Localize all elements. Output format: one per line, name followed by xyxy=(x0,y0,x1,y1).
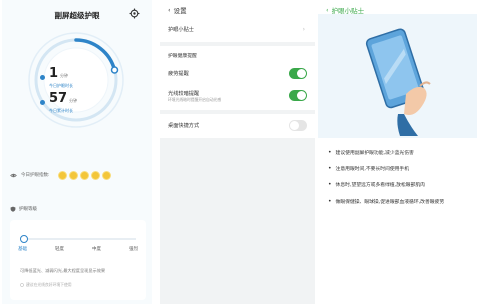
low-light-reminder-toggle[interactable] xyxy=(289,90,307,101)
usage-ring xyxy=(26,30,126,130)
fatigue-reminder-toggle[interactable] xyxy=(289,67,307,79)
level-description: 可降低蓝光、减弱闪光,最大程度呈现显示效果 xyxy=(20,268,106,273)
level-medium[interactable]: 中度 xyxy=(92,246,101,252)
back-nav[interactable]: ‹ 设置 xyxy=(168,5,187,15)
level-strong[interactable]: 强烈 xyxy=(129,246,138,252)
empty-area xyxy=(160,138,315,304)
eye-index-row: 今日护眼指数: xyxy=(10,169,148,181)
fatigue-reminder-label: 疲劳提醒 xyxy=(168,70,189,77)
info-icon xyxy=(20,283,24,287)
phone-illustration xyxy=(318,14,477,138)
low-light-reminder-label: 光线较暗提醒 xyxy=(168,90,200,97)
today-eye-time: 1 分钟 xyxy=(49,66,69,81)
level-note-text: 建议在光线良好环境下使用 xyxy=(26,282,72,287)
shortcut-label: 桌面快捷方式 xyxy=(168,122,200,129)
mode-header: 护眼等级 xyxy=(10,206,37,212)
gear-icon[interactable] xyxy=(129,8,140,19)
level-options: 基础 轻度 中度 强烈 xyxy=(18,246,138,252)
shield-icon xyxy=(10,206,16,212)
today-total-time-label: 今日累计时长 xyxy=(49,108,73,113)
back-arrow-icon[interactable]: ‹ xyxy=(326,6,329,14)
level-light[interactable]: 轻度 xyxy=(55,246,64,252)
settings-panel: ‹ 设置 护眼小贴士 › 护眼健康提醒 疲劳提醒 光线较暗提醒 环境光线暗时提醒… xyxy=(160,0,315,304)
section-title: 护眼健康提醒 xyxy=(168,54,197,59)
stat-dot xyxy=(40,100,45,105)
star-coin-icon xyxy=(79,170,89,180)
eye-index-label: 今日护眼指数: xyxy=(21,173,50,178)
tips-list: 建议使用副屏护眼功能,减少蓝光伤害 注意用眼时间,不要长时间使用手机 休息时,望… xyxy=(328,150,471,215)
shortcut-row: 桌面快捷方式 xyxy=(160,116,315,134)
today-eye-time-label: 今日护眼时长 xyxy=(49,83,73,88)
star-coin-icon xyxy=(90,170,100,180)
low-light-reminder-sub: 环境光线暗时提醒开启自动光感 xyxy=(168,96,222,102)
divider xyxy=(160,110,315,114)
level-card: 基础 轻度 中度 强烈 可降低蓝光、减弱闪光,最大程度呈现显示效果 建议在光线良… xyxy=(10,220,146,300)
tip-item: 做眼保健操、眼球操,促进眼部血液循环,改善眼疲劳 xyxy=(328,199,471,206)
usage-ring-graphic xyxy=(28,32,124,128)
level-note: 建议在光线良好环境下使用 xyxy=(20,282,72,288)
star-coin-icon xyxy=(101,170,111,180)
tips-entry-label: 护眼小贴士 xyxy=(168,26,194,33)
today-total-time: 57 分钟 xyxy=(49,91,78,106)
eye-icon xyxy=(10,173,17,177)
stat-dot xyxy=(40,75,45,80)
chevron-right-icon: › xyxy=(302,25,305,33)
eye-protection-panel: 副屏超级护眼 1分钟 今日护眼时长 57分钟 今日累计时长 今日护眼指数: xyxy=(2,0,152,304)
back-arrow-icon[interactable]: ‹ xyxy=(168,6,171,14)
shortcut-toggle[interactable] xyxy=(289,119,307,131)
tip-item: 休息时,望望远方或多看绿植,放松眼部肌肉 xyxy=(328,182,471,189)
tips-entry-row[interactable]: 护眼小贴士 › xyxy=(160,20,315,38)
tip-item: 建议使用副屏护眼功能,减少蓝光伤害 xyxy=(328,150,471,157)
nav-title: 设置 xyxy=(173,7,187,15)
tips-panel: ‹ 护眼小贴士 建议使用副屏护眼功能,减少蓝光伤害 注意用眼时间,不要长时间使用… xyxy=(318,0,477,304)
divider xyxy=(160,42,315,46)
level-track[interactable] xyxy=(20,238,136,240)
low-light-reminder-row: 光线较暗提醒 环境光线暗时提醒开启自动光感 xyxy=(160,86,315,106)
star-coin-icon xyxy=(57,170,67,180)
level-slider-handle[interactable] xyxy=(20,235,28,243)
level-basic[interactable]: 基础 xyxy=(18,246,27,252)
mode-title: 护眼等级 xyxy=(19,207,37,212)
phone-in-hand-image xyxy=(318,14,477,138)
fatigue-reminder-row: 疲劳提醒 xyxy=(160,64,315,82)
star-coin-icon xyxy=(68,170,78,180)
tip-item: 注意用眼时间,不要长时间使用手机 xyxy=(328,166,471,173)
